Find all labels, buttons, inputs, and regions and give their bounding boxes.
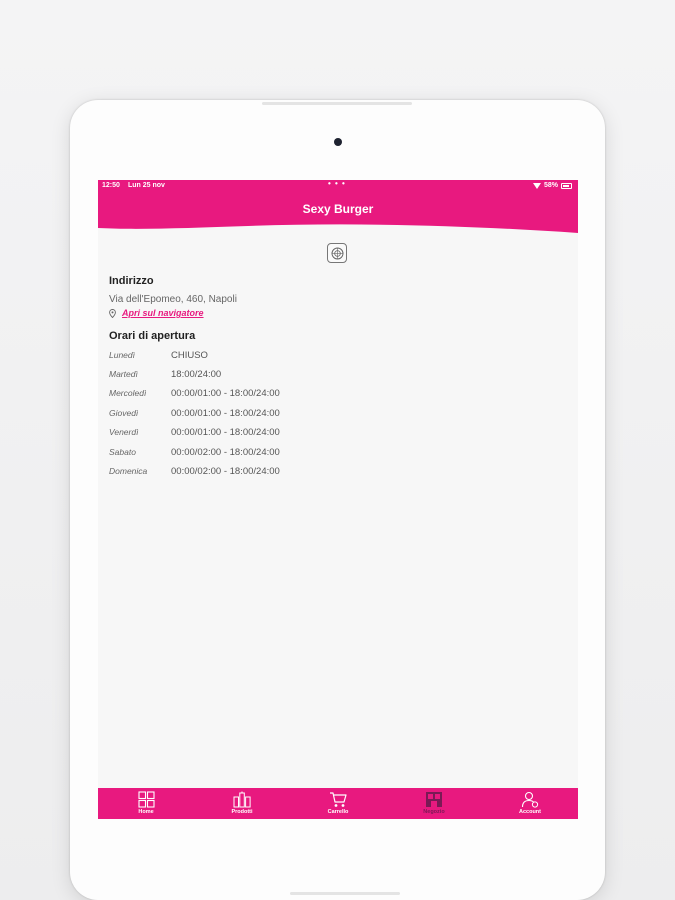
- products-icon: [233, 791, 251, 808]
- tab-account[interactable]: Account: [482, 788, 578, 819]
- status-bar: 12:50 Lun 25 nov • • • 58%: [98, 180, 578, 192]
- tab-home[interactable]: Home: [98, 788, 194, 819]
- open-navigator-label[interactable]: Apri sul navigatore: [122, 308, 204, 318]
- hours-value: 00:00/01:00 - 18:00/24:00: [171, 408, 280, 419]
- tablet-frame: 12:50 Lun 25 nov • • • 58% Sexy Burger I…: [70, 100, 605, 900]
- wifi-icon: [532, 183, 541, 189]
- battery-percent: 58%: [543, 182, 558, 189]
- tab-cart[interactable]: Carrello: [290, 788, 386, 819]
- address-heading: Indirizzo: [109, 275, 154, 287]
- app-screen: 12:50 Lun 25 nov • • • 58% Sexy Burger I…: [98, 180, 578, 819]
- page-title: Sexy Burger: [302, 202, 374, 216]
- multitask-dots: • • •: [328, 180, 346, 188]
- day-label: Mercoledì: [109, 388, 147, 398]
- hours-value: 00:00/01:00 - 18:00/24:00: [171, 388, 280, 399]
- status-date: Lun 25 nov: [128, 182, 165, 189]
- day-label: Sabato: [109, 447, 136, 457]
- account-icon: [521, 791, 539, 808]
- tab-store[interactable]: Negozio: [386, 788, 482, 819]
- store-address: Via dell'Epomeo, 460, Napoli: [109, 294, 237, 305]
- status-right: 58%: [532, 180, 572, 192]
- day-label: Venerdì: [109, 427, 139, 437]
- location-pin-icon: [109, 308, 116, 318]
- day-label: Lunedì: [109, 350, 135, 360]
- tab-products[interactable]: Prodotti: [194, 788, 290, 819]
- store-logo-glyph: [331, 247, 343, 259]
- status-time: 12:50: [102, 182, 120, 189]
- hours-value: 18:00/24:00: [171, 369, 222, 380]
- store-icon: [425, 791, 443, 808]
- store-logo-icon: [327, 243, 347, 263]
- open-navigator-link[interactable]: Apri sul navigatore: [109, 308, 204, 318]
- day-label: Giovedì: [109, 408, 139, 418]
- battery-icon: [561, 183, 572, 189]
- camera-icon: [334, 138, 342, 146]
- cart-icon: [329, 791, 347, 808]
- hours-value: 00:00/02:00 - 18:00/24:00: [171, 447, 280, 458]
- tablet-top-button: [262, 102, 412, 105]
- tab-account-label: Account: [519, 809, 541, 815]
- tab-home-label: Home: [138, 809, 154, 815]
- tablet-bottom-edge: [290, 892, 400, 895]
- hours-value: CHIUSO: [171, 350, 208, 361]
- hours-value: 00:00/02:00 - 18:00/24:00: [171, 466, 280, 477]
- tab-store-label: Negozio: [423, 809, 445, 815]
- day-label: Martedì: [109, 369, 138, 379]
- app-header: 12:50 Lun 25 nov • • • 58% Sexy Burger: [98, 180, 578, 234]
- day-label: Domenica: [109, 466, 148, 476]
- home-grid-icon: [137, 791, 155, 808]
- tab-cart-label: Carrello: [327, 809, 349, 815]
- opening-hours-heading: Orari di apertura: [109, 330, 196, 342]
- bottom-tab-bar: Home Prodotti Carrello Negozio Account: [98, 788, 578, 819]
- tab-products-label: Prodotti: [231, 809, 253, 815]
- hours-value: 00:00/01:00 - 18:00/24:00: [171, 427, 280, 438]
